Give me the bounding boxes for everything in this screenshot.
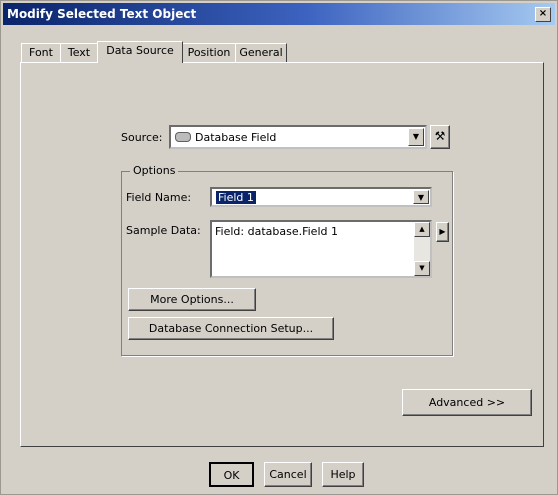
sample-data-value: Field: database.Field 1	[215, 225, 338, 238]
chevron-down-icon[interactable]: ▼	[413, 190, 429, 204]
sample-data-scrollbar[interactable]: ▲ ▼	[414, 222, 430, 276]
more-options-button[interactable]: More Options...	[128, 288, 256, 311]
tab-text[interactable]: Text	[60, 43, 98, 62]
tab-position[interactable]: Position	[182, 43, 236, 62]
source-label: Source:	[121, 131, 163, 144]
database-icon	[175, 132, 191, 142]
advanced-button[interactable]: Advanced >>	[402, 389, 532, 416]
window-title: Modify Selected Text Object	[7, 7, 197, 21]
cancel-button[interactable]: Cancel	[264, 462, 312, 487]
options-legend: Options	[130, 164, 179, 177]
ok-button[interactable]: OK	[209, 462, 254, 487]
field-name-value: Field 1	[216, 191, 256, 204]
tab-general[interactable]: General	[235, 43, 287, 62]
help-button[interactable]: Help	[322, 462, 364, 487]
chevron-down-icon[interactable]: ▼	[408, 128, 424, 146]
tab-font[interactable]: Font	[21, 43, 61, 62]
insert-field-button[interactable]: ▶	[436, 222, 449, 242]
tab-data-source[interactable]: Data Source	[97, 41, 183, 63]
play-arrow-icon: ▶	[439, 227, 446, 236]
source-combo[interactable]: Database Field ▼	[169, 125, 427, 149]
field-name-combo[interactable]: Field 1 ▼	[210, 187, 432, 207]
scroll-down-icon[interactable]: ▼	[414, 261, 430, 276]
field-name-label: Field Name:	[126, 191, 192, 204]
tools-icon: ⚒	[434, 129, 446, 143]
scroll-up-icon[interactable]: ▲	[414, 222, 430, 237]
database-connection-setup-button[interactable]: Database Connection Setup...	[128, 317, 334, 340]
modify-text-dialog: Modify Selected Text Object × Font Text …	[0, 0, 558, 495]
sample-data-textarea[interactable]: Field: database.Field 1 ▲ ▼	[210, 220, 432, 278]
source-value: Database Field	[195, 131, 277, 144]
close-button[interactable]: ×	[535, 7, 551, 22]
source-settings-button[interactable]: ⚒	[430, 125, 450, 149]
sample-data-label: Sample Data:	[126, 224, 201, 237]
title-bar[interactable]: Modify Selected Text Object ×	[3, 3, 555, 25]
